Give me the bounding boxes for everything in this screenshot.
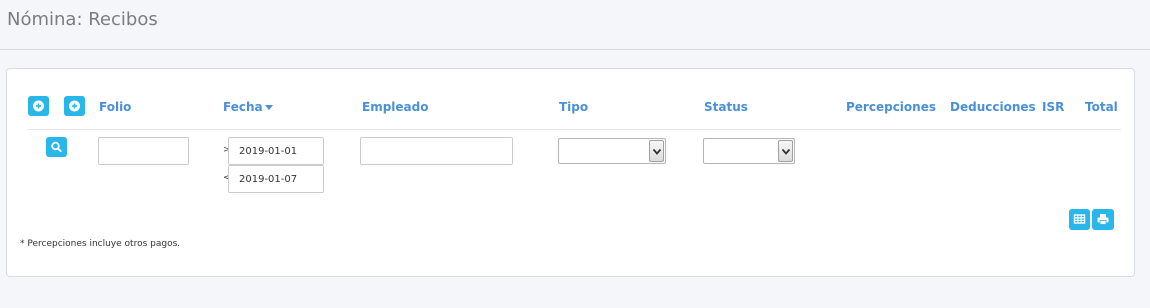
column-header-folio[interactable]: Folio [99,100,131,114]
column-header-status[interactable]: Status [704,100,748,114]
print-button[interactable] [1092,209,1114,230]
column-header-total[interactable]: Total [1085,100,1118,114]
empleado-filter-input[interactable] [360,137,513,165]
search-button[interactable] [46,137,67,157]
column-header-isr[interactable]: ISR [1042,100,1064,114]
sort-desc-icon [264,105,273,110]
column-header-empleado[interactable]: Empleado [362,100,428,114]
header-divider [27,129,1121,130]
table-icon [1073,214,1086,224]
chevron-down-icon [781,148,791,155]
tipo-select[interactable] [558,138,666,164]
column-header-tipo[interactable]: Tipo [559,100,588,114]
receipts-panel: Folio Fecha Empleado Tipo Status Percepc… [6,68,1135,277]
status-select[interactable] [703,138,795,164]
add-button-1[interactable] [28,96,49,116]
plus-circle-icon [33,100,44,112]
page-title: Nómina: Recibos [7,9,158,30]
folio-filter-input[interactable] [98,137,189,165]
footnote: * Percepciones incluye otros pagos. [20,239,181,249]
fecha-from-input[interactable] [228,137,324,165]
search-icon [51,141,62,153]
column-header-fecha-label: Fecha [223,100,263,114]
status-select-arrow [778,140,793,162]
column-header-fecha[interactable]: Fecha [223,100,273,114]
column-header-percepciones[interactable]: Percepciones [846,100,936,114]
column-header-deducciones[interactable]: Deducciones [950,100,1036,114]
plus-circle-icon [69,100,80,112]
print-icon [1097,214,1109,225]
tipo-select-arrow [649,140,664,162]
chevron-down-icon [652,148,662,155]
page-header: Nómina: Recibos [0,0,1150,50]
add-button-2[interactable] [64,96,85,116]
export-excel-button[interactable] [1069,209,1090,230]
fecha-to-input[interactable] [228,165,324,193]
